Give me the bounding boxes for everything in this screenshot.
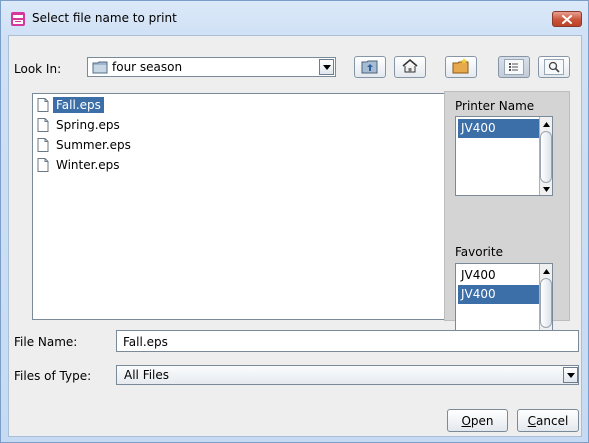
list-view-button[interactable] — [498, 56, 530, 78]
list-view-icon — [504, 59, 524, 75]
cancel-button[interactable]: Cancel — [517, 409, 579, 432]
file-name: Fall.eps — [53, 97, 104, 113]
new-folder-icon — [452, 57, 470, 77]
files-of-type-label: Files of Type: — [14, 369, 92, 383]
print-file-dialog: Select file name to print Look In: four … — [0, 0, 589, 443]
scroll-thumb[interactable] — [540, 278, 552, 328]
app-icon — [10, 11, 26, 27]
file-item[interactable]: Spring.eps — [37, 116, 123, 134]
chevron-down-icon[interactable] — [563, 367, 578, 383]
file-list[interactable]: Fall.eps Spring.eps Summer.eps Winter.ep… — [32, 93, 446, 320]
file-icon — [37, 138, 49, 152]
favorite-list-scrollbar[interactable] — [539, 264, 552, 340]
open-label-rest: pen — [470, 413, 494, 428]
printer-list-scrollbar[interactable] — [539, 117, 552, 195]
close-button[interactable] — [552, 11, 582, 27]
up-folder-icon — [361, 58, 379, 77]
printer-name-heading: Printer Name — [455, 99, 535, 113]
scroll-up-icon[interactable] — [541, 119, 551, 129]
files-of-type-combo[interactable]: All Files — [116, 365, 579, 385]
dialog-body: Look In: four season Fall.eps Spring.eps… — [8, 35, 582, 437]
look-in-combo[interactable]: four season — [87, 57, 336, 77]
close-icon — [562, 14, 572, 24]
details-view-icon — [544, 59, 564, 75]
file-name-input[interactable]: Fall.eps — [116, 330, 579, 352]
title-bar[interactable]: Select file name to print — [1, 1, 588, 35]
scroll-down-icon[interactable] — [541, 184, 551, 194]
window-title: Select file name to print — [32, 11, 177, 25]
file-name: Winter.eps — [56, 158, 120, 172]
home-icon — [401, 58, 419, 77]
new-folder-button[interactable] — [445, 56, 477, 78]
printer-list[interactable]: JV400 — [455, 116, 553, 196]
open-button[interactable]: Open — [447, 409, 508, 432]
file-icon — [37, 158, 49, 172]
favorite-heading: Favorite — [455, 245, 503, 259]
file-name: Summer.eps — [56, 138, 131, 152]
favorite-item[interactable]: JV400 3Layers — [458, 285, 539, 320]
file-name: Spring.eps — [56, 118, 120, 132]
scroll-thumb[interactable] — [540, 131, 552, 183]
cancel-mnemonic: C — [527, 413, 537, 428]
favorite-item[interactable]: JV400 — [458, 266, 539, 285]
look-in-value: four season — [112, 60, 183, 74]
cancel-label-rest: ancel — [536, 413, 569, 428]
file-icon — [37, 118, 49, 132]
up-one-level-button[interactable] — [354, 56, 386, 78]
file-name-label: File Name: — [14, 335, 78, 349]
details-view-button[interactable] — [538, 56, 570, 78]
file-item[interactable]: Winter.eps — [37, 156, 123, 174]
printer-item[interactable]: JV400 — [458, 119, 539, 138]
printer-panel: Printer Name JV400 Favorite JV400 JV400 … — [444, 91, 570, 341]
open-mnemonic: O — [461, 413, 471, 428]
scroll-up-icon[interactable] — [541, 266, 551, 276]
home-button[interactable] — [394, 56, 426, 78]
file-icon — [37, 98, 49, 112]
file-item[interactable]: Summer.eps — [37, 136, 134, 154]
chevron-down-icon[interactable] — [319, 59, 334, 75]
files-of-type-value: All Files — [124, 368, 170, 382]
file-name-value: Fall.eps — [123, 335, 168, 349]
look-in-label: Look In: — [14, 62, 62, 76]
file-item[interactable]: Fall.eps — [37, 96, 104, 114]
folder-icon — [92, 60, 108, 77]
